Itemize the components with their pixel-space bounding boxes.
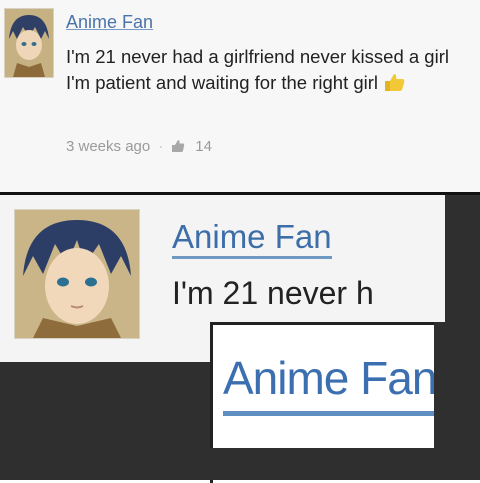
timestamp: 3 weeks ago	[66, 138, 151, 155]
comment-meta: 3 weeks ago · 14	[66, 138, 212, 155]
meta-separator: ·	[158, 138, 164, 155]
user-avatar[interactable]	[4, 8, 54, 78]
comment-card: Anime Fan I'm 21 never had a girlfriend …	[0, 0, 480, 192]
dark-background	[0, 448, 480, 480]
zoomed-avatar	[14, 209, 140, 339]
avatar-anime-icon	[5, 9, 53, 77]
like-count: 14	[195, 138, 212, 155]
thumbs-up-emoji-icon	[382, 72, 406, 92]
link-underline	[223, 411, 469, 416]
zoomed-username[interactable]: Anime Fan	[172, 219, 332, 259]
super-zoomed-username[interactable]: Anime Fan	[223, 349, 437, 407]
zoomed-comment-text: I'm 21 never h	[172, 275, 374, 311]
like-icon[interactable]	[171, 139, 185, 153]
avatar-anime-icon	[15, 210, 139, 338]
comment-text: I'm 21 never had a girlfriend never kiss…	[66, 44, 476, 96]
username-link[interactable]: Anime Fan	[66, 12, 153, 33]
